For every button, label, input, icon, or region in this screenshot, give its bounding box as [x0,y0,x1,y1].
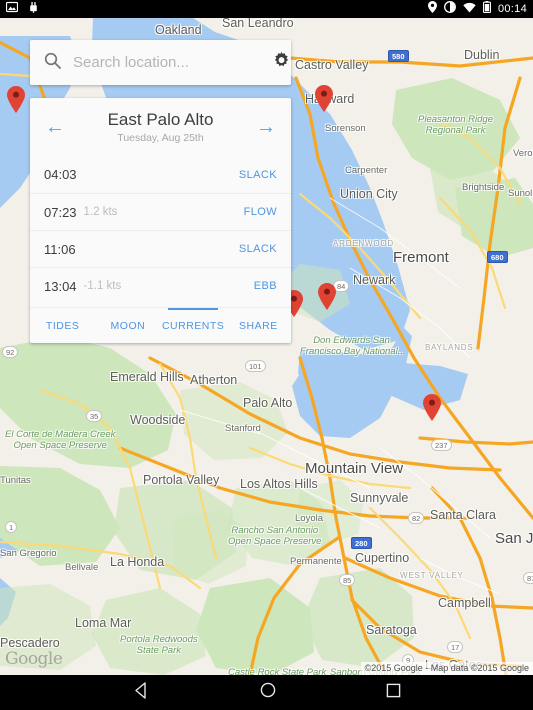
status-bar-left-icons [5,0,39,18]
current-row[interactable]: 13:04 -1.1 kts EBB [30,267,291,304]
map-pin-icon[interactable] [6,86,26,114]
current-time: 04:03 [44,167,77,182]
route-shield: 87 [523,572,533,584]
tab-share[interactable]: SHARE [226,308,291,343]
current-time: 13:04 [44,278,77,294]
route-shield: 85 [339,574,356,586]
tab-currents[interactable]: CURRENTS [161,308,226,343]
location-title: East Palo Alto [107,110,214,130]
route-shield: 580 [388,50,409,62]
gear-icon[interactable] [272,51,291,75]
previous-day-button[interactable]: ← [40,117,70,137]
current-speed: 1.2 kts [83,206,118,218]
google-logo: Google [5,649,63,669]
route-shield: 17 [447,641,464,653]
location-icon [427,0,437,18]
device-screen: 00:14 Oakland San Leandro Castro Valley … [0,0,533,710]
map-pin-icon[interactable] [317,283,337,311]
current-speed: -1.1 kts [83,280,122,292]
search-input[interactable] [73,54,272,71]
status-bar-right-icons: 00:14 [427,0,527,18]
tab-tides[interactable]: TIDES [30,308,95,343]
route-shield: 280 [351,537,372,549]
route-shield: 101 [245,360,266,372]
screenshot-icon [5,0,19,18]
route-shield: 35 [86,410,103,422]
date-label: Tuesday, Aug 25th [117,131,204,144]
current-time: 11:06 [44,241,76,257]
battery-icon [482,0,492,18]
route-shield: 680 [487,251,508,263]
map-pin-icon[interactable] [422,394,442,422]
route-shield: 237 [431,439,452,451]
android-nav-bar [0,675,533,710]
wifi-icon [463,0,476,18]
current-row[interactable]: 11:06 SLACK [30,230,291,267]
dnd-icon [444,0,456,18]
current-type: SLACK [238,168,277,181]
card-title-wrap: East Palo Alto Tuesday, Aug 25th [70,110,251,144]
current-row[interactable]: 07:23 1.2 kts FLOW [30,193,291,230]
current-type: FLOW [243,206,277,218]
route-shield: 92 [2,346,19,358]
home-icon[interactable] [260,682,276,703]
recents-icon[interactable] [386,683,401,703]
search-bar[interactable] [30,40,291,85]
next-day-button[interactable]: → [251,117,281,137]
map-pin-icon[interactable] [314,85,334,113]
card-header: ← East Palo Alto Tuesday, Aug 25th → [30,98,291,156]
tab-moon[interactable]: MOON [95,308,160,343]
current-type: EBB [253,280,277,292]
status-bar-clock: 00:14 [497,3,527,15]
current-time: 07:23 [44,204,77,220]
current-row[interactable]: 04:03 SLACK [30,156,291,193]
route-shield: 82 [408,512,425,524]
usb-icon [28,0,39,18]
current-type: SLACK [238,243,277,255]
search-icon [44,52,61,74]
map-attribution: ©2015 Google - Map data ©2015 Google [360,662,533,675]
tide-info-card: ← East Palo Alto Tuesday, Aug 25th → 04:… [30,98,291,343]
back-icon[interactable] [133,681,150,704]
status-bar: 00:14 [0,0,533,18]
card-tab-bar[interactable]: TIDES MOON CURRENTS SHARE [30,307,291,343]
currents-list[interactable]: 04:03 SLACK 07:23 1.2 kts FLOW 11:06 SLACK 13:0… [30,156,291,307]
